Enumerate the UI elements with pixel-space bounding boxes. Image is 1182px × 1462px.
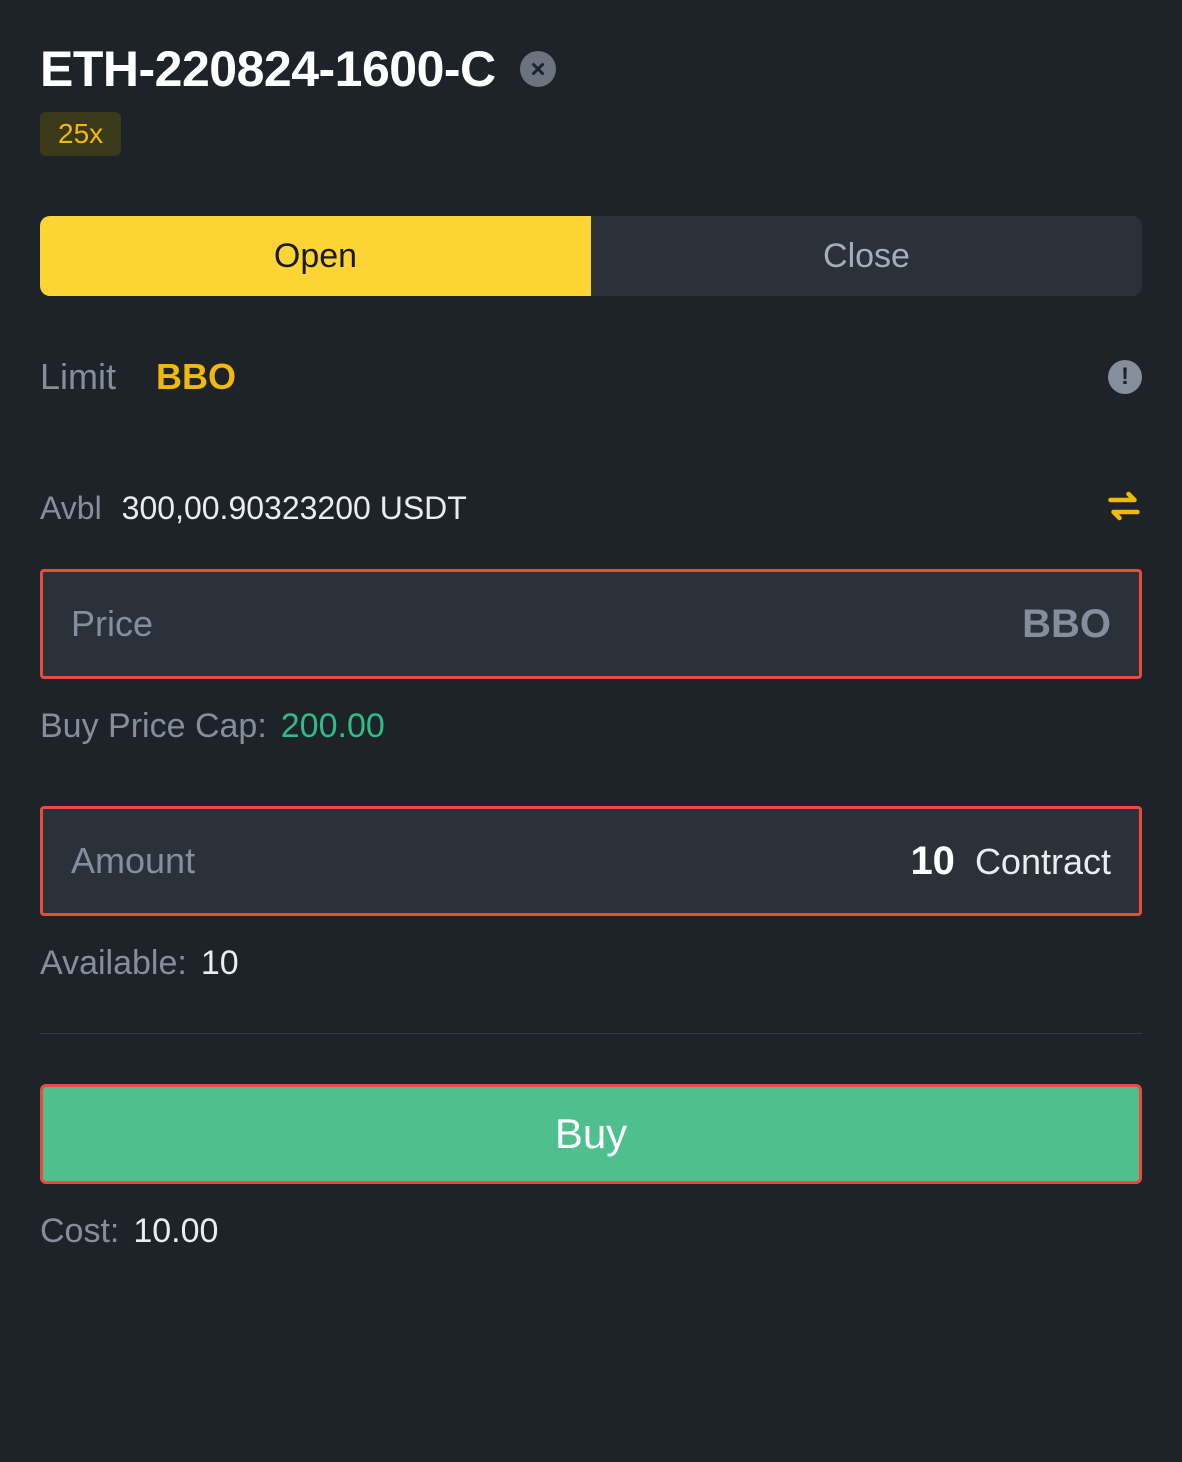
leverage-badge[interactable]: 25x bbox=[40, 112, 121, 156]
amount-value: 10 bbox=[910, 839, 955, 884]
available-label: Avbl bbox=[40, 490, 102, 527]
info-icon[interactable]: ! bbox=[1108, 360, 1142, 394]
cost: Cost: 10.00 bbox=[40, 1212, 1142, 1251]
amount-available-value: 10 bbox=[201, 944, 239, 983]
amount-input[interactable]: Amount 10 Contract bbox=[40, 806, 1142, 916]
amount-label: Amount bbox=[71, 840, 195, 882]
cost-label: Cost: bbox=[40, 1212, 119, 1251]
divider bbox=[40, 1033, 1142, 1034]
amount-available: Available: 10 bbox=[40, 944, 1142, 983]
close-icon[interactable] bbox=[520, 51, 556, 87]
tab-close[interactable]: Close bbox=[591, 216, 1142, 296]
order-type-selector: Limit BBO bbox=[40, 356, 236, 398]
order-type-bbo[interactable]: BBO bbox=[156, 356, 236, 398]
amount-available-label: Available: bbox=[40, 944, 187, 983]
amount-unit: Contract bbox=[975, 841, 1111, 883]
price-input[interactable]: Price BBO bbox=[40, 569, 1142, 679]
available-balance: Avbl 300,00.90323200 USDT bbox=[40, 490, 467, 527]
buy-button[interactable]: Buy bbox=[40, 1084, 1142, 1184]
price-label: Price bbox=[71, 603, 153, 645]
tab-open[interactable]: Open bbox=[40, 216, 591, 296]
position-tabs: Open Close bbox=[40, 216, 1142, 296]
ticker-symbol: ETH-220824-1600-C bbox=[40, 40, 496, 98]
order-type-limit[interactable]: Limit bbox=[40, 356, 116, 398]
price-mode: BBO bbox=[1022, 602, 1111, 647]
cost-value: 10.00 bbox=[133, 1212, 218, 1251]
available-value: 300,00.90323200 USDT bbox=[122, 490, 467, 527]
price-cap-value: 200.00 bbox=[281, 707, 385, 746]
price-cap-label: Buy Price Cap: bbox=[40, 707, 267, 746]
buy-price-cap: Buy Price Cap: 200.00 bbox=[40, 707, 1142, 746]
transfer-icon[interactable] bbox=[1106, 488, 1142, 529]
